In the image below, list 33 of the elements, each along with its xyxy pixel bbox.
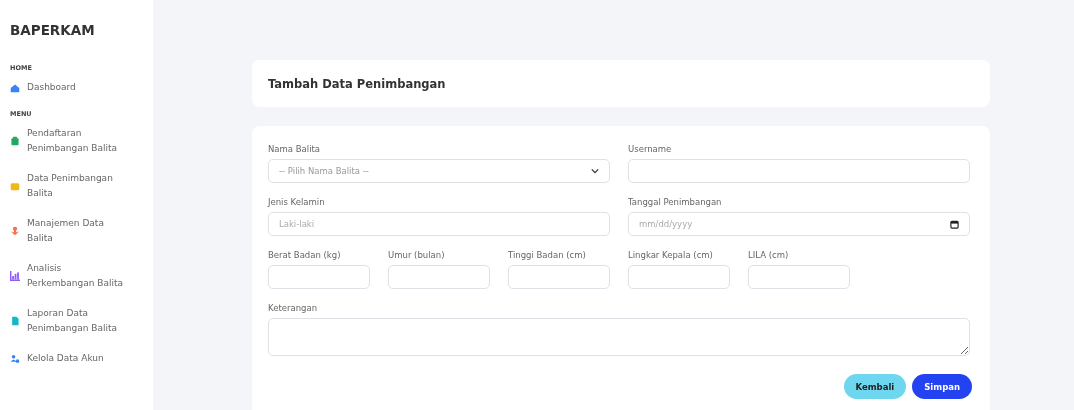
sidebar-item[interactable]: Data Penimbangan Balita	[10, 171, 153, 201]
input-field[interactable]	[748, 265, 850, 289]
field-label: Tinggi Badan (cm)	[508, 250, 587, 260]
back-button[interactable]: Kembali	[843, 374, 907, 399]
sidebar-item[interactable]: Pendaftaran Penimbangan Balita	[10, 126, 153, 156]
sidebar-item[interactable]: Kelola Data Akun	[10, 351, 153, 366]
field-label: Tanggal Penimbangan	[628, 197, 723, 207]
field-label: Berat Badan (kg)	[268, 250, 342, 260]
sidebar-item[interactable]: Laporan Data Penimbangan Balita	[10, 306, 153, 336]
sidebar-item[interactable]: Manajemen Data Balita	[10, 216, 153, 246]
input-field[interactable]	[508, 265, 610, 289]
input-field[interactable]	[268, 265, 370, 289]
field-label: Keterangan	[268, 303, 319, 313]
sidebar-item[interactable]: Analisis Perkembangan Balita	[10, 261, 153, 291]
input-field[interactable]	[628, 159, 970, 183]
chevron-down-icon	[591, 168, 599, 174]
save-button[interactable]: Simpan	[912, 374, 972, 399]
input-field[interactable]	[388, 265, 490, 289]
field-label: Umur (bulan)	[388, 250, 446, 260]
date-input[interactable]: mm/dd/yyyy	[639, 219, 950, 229]
field-label: Lingkar Kepala (cm)	[628, 250, 714, 260]
field-label: LILA (cm)	[748, 250, 790, 260]
brand-title: BAPERKAM	[10, 22, 96, 38]
sidebar-item[interactable]: Dashboard	[10, 80, 153, 95]
input-field[interactable]: Laki-laki	[268, 212, 610, 236]
field-label: Jenis Kelamin	[268, 197, 326, 207]
field-label: Nama Balita	[268, 144, 322, 154]
field-label: Username	[628, 144, 673, 154]
calendar-icon[interactable]	[950, 219, 959, 229]
input-field[interactable]	[628, 265, 730, 289]
date-field[interactable]: mm/dd/yyyy	[628, 212, 970, 236]
page-title: Tambah Data Penimbangan	[268, 76, 446, 91]
textarea-field[interactable]	[268, 318, 970, 356]
